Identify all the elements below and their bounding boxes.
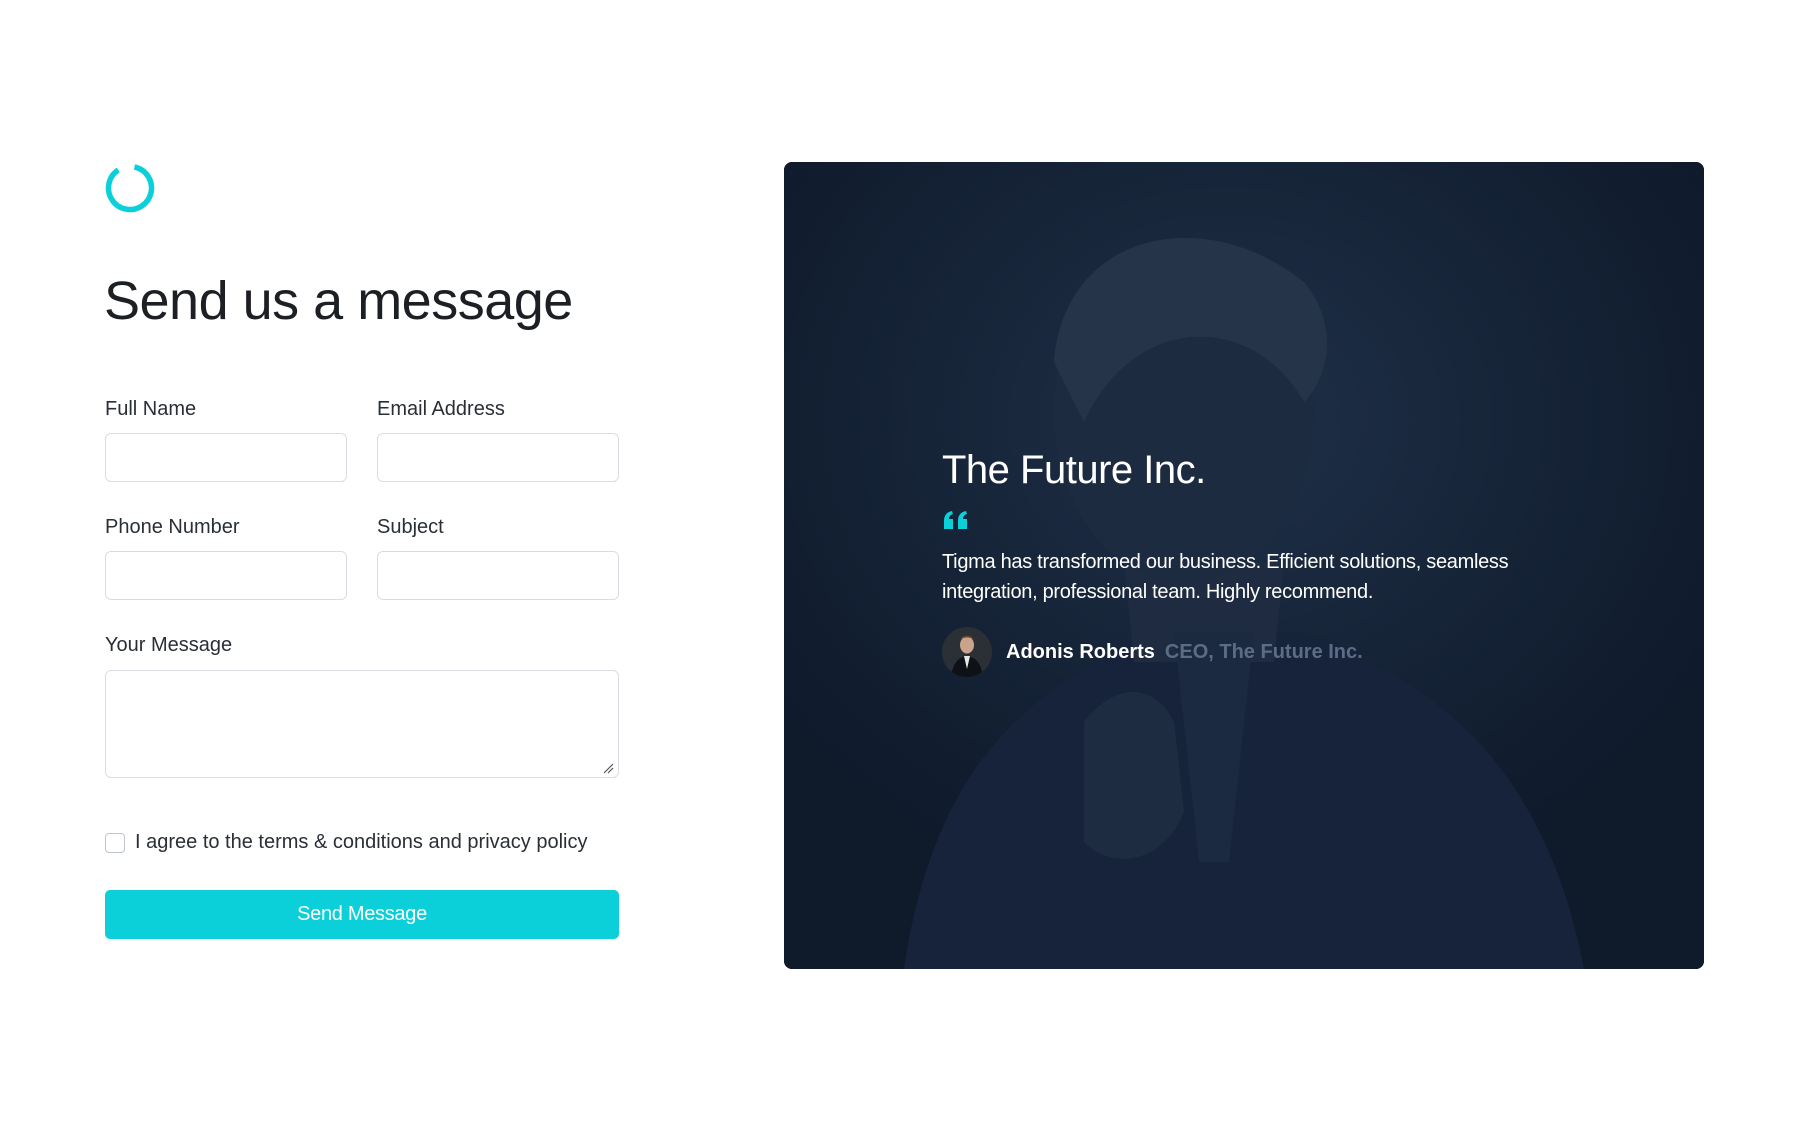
- phone-input[interactable]: [105, 551, 347, 600]
- full-name-label: Full Name: [105, 398, 197, 420]
- page-title: Send us a message: [104, 271, 573, 331]
- avatar: [942, 627, 992, 677]
- phone-label: Phone Number: [105, 516, 240, 538]
- terms-agreement[interactable]: I agree to the terms & conditions and pr…: [105, 831, 587, 854]
- company-name: The Future Inc.: [942, 448, 1206, 492]
- send-message-button[interactable]: Send Message: [105, 890, 619, 939]
- testimonial-content: The Future Inc. Tigma has transformed ou…: [942, 448, 1582, 677]
- email-label: Email Address: [377, 398, 505, 420]
- testimonial-quote: Tigma has transformed our business. Effi…: [942, 551, 1509, 603]
- author-name: Adonis Roberts: [1006, 640, 1155, 663]
- testimonial-author: Adonis Roberts CEO, The Future Inc.: [942, 627, 1582, 677]
- resize-grip-icon[interactable]: [602, 762, 614, 774]
- message-textarea[interactable]: [105, 670, 619, 778]
- quote-icon: [944, 511, 967, 529]
- contact-page: Send us a message Full Name Email Addres…: [0, 0, 1800, 1125]
- terms-checkbox[interactable]: [105, 832, 125, 853]
- subject-input[interactable]: [377, 551, 619, 600]
- ring-logo-icon: [105, 163, 155, 213]
- full-name-input[interactable]: [105, 433, 347, 482]
- message-label: Your Message: [105, 634, 233, 656]
- testimonial-card: The Future Inc. Tigma has transformed ou…: [784, 162, 1704, 969]
- author-role: CEO, The Future Inc.: [1164, 640, 1363, 663]
- terms-label: I agree to the terms & conditions and pr…: [135, 831, 588, 853]
- subject-label: Subject: [377, 516, 444, 538]
- email-input[interactable]: [377, 433, 619, 482]
